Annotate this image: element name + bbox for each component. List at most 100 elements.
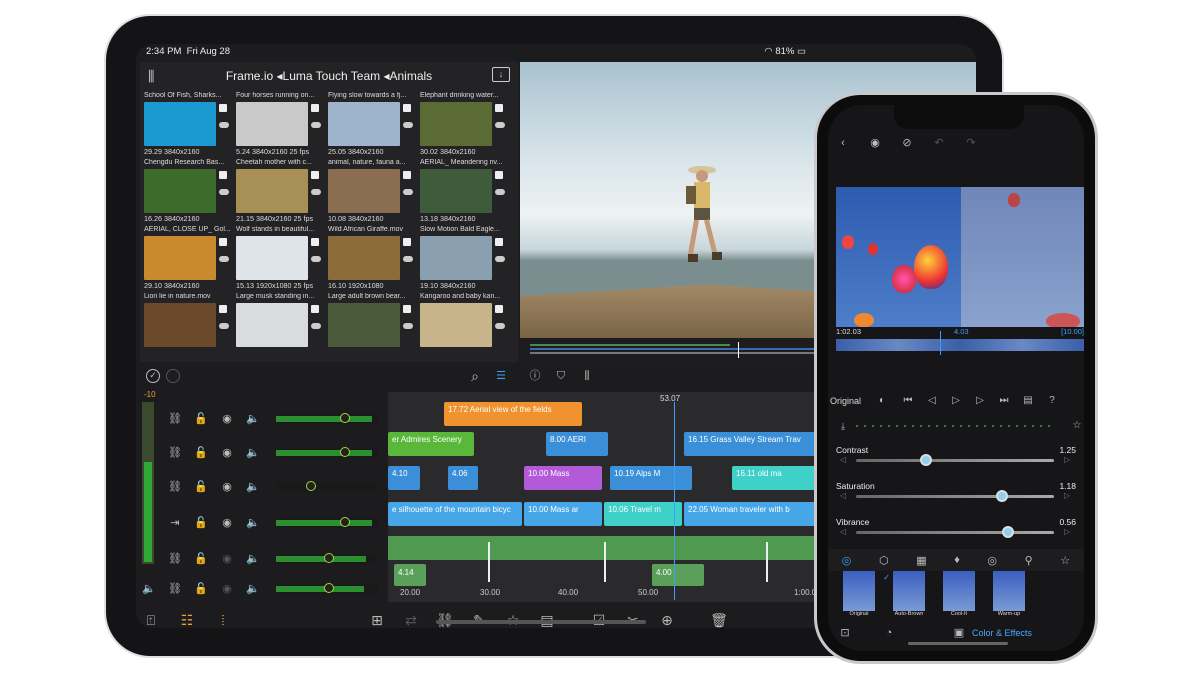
increase-arrow-icon[interactable]: ▷ xyxy=(1064,455,1070,464)
add-audio-icon[interactable]: ⫼ xyxy=(580,369,594,383)
eye-icon[interactable]: ◉ xyxy=(220,480,234,494)
decrease-arrow-icon[interactable]: ◁ xyxy=(840,491,846,500)
sync-icon[interactable]: ⇥ xyxy=(168,516,182,530)
library-clip[interactable]: Lion lie in nature.mov xyxy=(144,293,235,360)
lock-icon[interactable]: 🔓 xyxy=(194,480,208,494)
grid-tab-icon[interactable]: ▦ xyxy=(916,554,926,567)
skip-start-icon[interactable]: ⏮ xyxy=(903,396,913,406)
timeline-clip[interactable]: 10.19 Alps M xyxy=(610,466,692,490)
eye-icon[interactable]: ◉ xyxy=(220,412,234,426)
trash-icon[interactable]: 🗑 xyxy=(710,611,728,628)
preset-thumbnail[interactable]: Cool-It xyxy=(936,571,982,621)
volume-icon[interactable]: 🔈 xyxy=(246,412,260,426)
increase-arrow-icon[interactable]: ▷ xyxy=(1064,491,1070,500)
audio-wave-icon[interactable]: ⫼ xyxy=(148,68,154,85)
help-icon[interactable]: ? xyxy=(1047,396,1057,406)
link-icon[interactable]: ⛓ xyxy=(168,412,182,426)
slider-knob[interactable] xyxy=(1002,526,1014,538)
redo-icon[interactable]: ↷ xyxy=(964,136,978,150)
audio-clip[interactable]: 4.00 xyxy=(652,564,704,586)
audio-tracks-icon[interactable]: ⦙ xyxy=(214,611,232,628)
effect-preview[interactable] xyxy=(836,187,1084,327)
increase-arrow-icon[interactable]: ▷ xyxy=(1064,527,1070,536)
swap-icon[interactable]: ⇄ xyxy=(402,611,420,628)
lock-icon[interactable]: 🔓 xyxy=(194,412,208,426)
volume-icon[interactable]: 🔈 xyxy=(246,446,260,460)
volume-fader[interactable] xyxy=(276,447,378,458)
select-check-icon[interactable]: ✓ xyxy=(146,369,160,383)
volume-fader[interactable] xyxy=(276,481,378,492)
volume-icon[interactable]: 🔈 xyxy=(246,480,260,494)
drop-tab-icon[interactable]: ♦ xyxy=(954,554,960,566)
link-icon[interactable]: ⛓ xyxy=(168,552,182,566)
browser-icon[interactable]: ⊡ xyxy=(838,626,852,640)
eye-icon[interactable]: ◉ xyxy=(220,552,234,566)
eye-icon[interactable]: ◉ xyxy=(220,582,234,596)
original-toggle-label[interactable]: Original xyxy=(830,396,861,406)
timeline-clip[interactable]: e silhouette of the mountain bicyc xyxy=(388,502,522,526)
adjustment-slider[interactable]: Contrast 1.25 ◁ ▷ xyxy=(836,445,1084,481)
speed-icon[interactable]: ◔ xyxy=(882,626,896,640)
adjustment-slider[interactable]: Saturation 1.18 ◁ ▷ xyxy=(836,481,1084,517)
solo-eye-icon[interactable]: ◉ xyxy=(868,136,882,150)
volume-fader[interactable] xyxy=(276,413,378,424)
lock-icon[interactable]: 🔓 xyxy=(194,552,208,566)
record-icon[interactable] xyxy=(166,369,180,383)
library-clip[interactable]: Large adult brown bear... xyxy=(328,293,419,360)
timeline-clip[interactable]: 4.10 xyxy=(388,466,420,490)
film-icon[interactable]: ▤ xyxy=(1023,396,1033,406)
lock-icon[interactable]: 🔓 xyxy=(194,516,208,530)
timeline-clip[interactable]: 10.00 Mass ar xyxy=(524,502,602,526)
add-clip-icon[interactable]: ⊞ xyxy=(368,611,386,628)
export-icon[interactable]: ⍐ xyxy=(142,611,160,628)
phone-timeline[interactable]: 1:02.03 4.03 [10.00] xyxy=(836,327,1084,363)
list-view-icon[interactable]: ☰ xyxy=(494,369,508,383)
timeline-clip[interactable]: 16.15 Grass Valley Stream Trav xyxy=(684,432,824,456)
library-clip[interactable]: Slow Motion Bald Eagle... 19.10 3840x2160 xyxy=(420,226,511,293)
decrease-arrow-icon[interactable]: ◁ xyxy=(840,527,846,536)
eye-icon[interactable]: ◉ xyxy=(220,446,234,460)
library-clip[interactable]: Chengdu Research Bas... 16.26 3840x2160 xyxy=(144,159,235,226)
favorites-tab-icon[interactable]: ☆ xyxy=(1060,554,1070,567)
volume-fader[interactable] xyxy=(276,583,378,594)
timeline-clip[interactable]: 8.00 AERI xyxy=(546,432,608,456)
slider-track[interactable] xyxy=(856,531,1054,534)
keyframe-row[interactable]: ⤓ ☆ xyxy=(836,419,1084,433)
color-effects-label[interactable]: Color & Effects xyxy=(972,628,1032,638)
marker-icon[interactable]: ⛉ xyxy=(554,369,568,383)
download-icon[interactable]: ↓ xyxy=(492,67,510,82)
lock-icon[interactable]: 🔓 xyxy=(194,582,208,596)
timeline-clip[interactable]: 22.05 Woman traveler with b xyxy=(684,502,824,526)
volume-fader[interactable] xyxy=(276,553,378,564)
pin-tab-icon[interactable]: ⚲ xyxy=(1025,554,1033,567)
library-clip[interactable]: Wolf stands in beautiful... 15.13 1920x10… xyxy=(236,226,327,293)
eye-icon[interactable]: ◉ xyxy=(220,516,234,530)
slider-knob[interactable] xyxy=(920,454,932,466)
toggle-icon[interactable]: ◐ xyxy=(875,396,889,406)
play-icon[interactable]: ▷ xyxy=(951,396,961,406)
library-clip[interactable]: Four horses running on... 5.24 3840x2160 … xyxy=(236,92,327,159)
timeline-clip[interactable]: 17.72 Aerial view of the fields xyxy=(444,402,582,426)
timeline-clip[interactable]: 10.06 Travel m xyxy=(604,502,682,526)
hide-eye-icon[interactable]: ⊘ xyxy=(900,136,914,150)
keyframe-download-icon[interactable]: ⤓ xyxy=(836,419,850,433)
skip-end-icon[interactable]: ⏭ xyxy=(999,396,1009,406)
library-clip[interactable]: AERIAL_ Meandering riv... 13.18 3840x2160 xyxy=(420,159,511,226)
timeline-clip[interactable]: 4.06 xyxy=(448,466,478,490)
color-effects-icon[interactable]: ▣ xyxy=(952,626,966,640)
slider-track[interactable] xyxy=(856,459,1054,462)
library-clip[interactable]: Cheetah mother with c... 21.15 3840x2160 … xyxy=(236,159,327,226)
step-forward-icon[interactable]: ▷ xyxy=(975,396,985,406)
volume-icon[interactable]: 🔈 xyxy=(246,552,260,566)
library-clip[interactable]: School Of Fish, Sharks... 29.29 3840x2160 xyxy=(144,92,235,159)
library-clip[interactable]: Wild African Giraffe.mov 16.10 1920x1080 xyxy=(328,226,419,293)
decrease-arrow-icon[interactable]: ◁ xyxy=(840,455,846,464)
preset-thumbnail[interactable]: Warm-up xyxy=(986,571,1032,621)
playhead[interactable] xyxy=(674,402,675,600)
library-breadcrumb[interactable]: Frame.io ◂Luma Touch Team ◂Animals xyxy=(226,69,432,83)
cube-tab-icon[interactable]: ⬡ xyxy=(879,554,889,567)
link-icon[interactable]: ⛓ xyxy=(168,480,182,494)
timeline-clip[interactable]: 10.00 Mass xyxy=(524,466,602,490)
search-icon[interactable]: ⌕ xyxy=(468,369,482,383)
preset-thumbnail[interactable]: Auto-Brown xyxy=(886,571,932,621)
